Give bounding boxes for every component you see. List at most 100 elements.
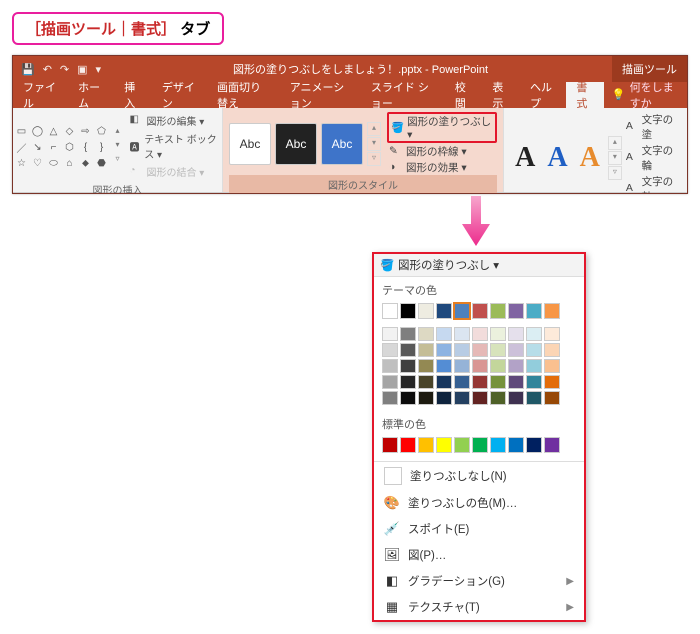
color-swatch[interactable] [436, 375, 452, 389]
color-swatch[interactable] [544, 303, 560, 319]
shape-icon[interactable]: ⌂ [62, 155, 78, 171]
shape-icon[interactable]: ◇ [62, 123, 78, 139]
wordart-gallery-scroller[interactable]: ▴▾▿ [608, 136, 622, 180]
color-swatch[interactable] [454, 343, 470, 357]
undo-icon[interactable]: ↶ [43, 63, 52, 76]
color-swatch[interactable] [508, 437, 524, 453]
color-swatch[interactable] [526, 359, 542, 373]
shape-icon[interactable]: ⌐ [46, 139, 62, 155]
shape-icon[interactable]: ▭ [14, 123, 30, 139]
tab-animation[interactable]: アニメーション [280, 82, 361, 108]
color-swatch[interactable] [472, 437, 488, 453]
color-swatch[interactable] [544, 437, 560, 453]
color-swatch[interactable] [472, 391, 488, 405]
gradient-fill-item[interactable]: ◧ グラデーション(G) ▶ [374, 568, 584, 594]
tab-help[interactable]: ヘルプ [520, 82, 566, 108]
color-swatch[interactable] [526, 343, 542, 357]
text-effects-button[interactable]: A文字の効 [626, 174, 680, 194]
wordart-preset[interactable]: A [511, 142, 539, 174]
color-swatch[interactable] [418, 343, 434, 357]
text-outline-button[interactable]: A文字の輪 [626, 143, 680, 173]
style-preset[interactable]: Abc [275, 123, 317, 165]
shape-icon[interactable]: △ [46, 123, 62, 139]
color-swatch[interactable] [454, 375, 470, 389]
style-preset[interactable]: Abc [229, 123, 271, 165]
shape-icon[interactable]: ⬠ [94, 123, 110, 139]
shapes-gallery[interactable]: ▭◯△◇⇨⬠ ／↘⌐⬡{} ☆♡⬭⌂⬥⬣ [14, 123, 108, 169]
color-swatch[interactable] [472, 359, 488, 373]
tab-design[interactable]: デザイン [152, 82, 207, 108]
color-swatch[interactable] [472, 303, 488, 319]
style-gallery-scroller[interactable]: ▴▾▿ [367, 122, 381, 166]
color-swatch[interactable] [382, 391, 398, 405]
more-fill-colors-item[interactable]: 🎨 塗りつぶしの色(M)… [374, 490, 584, 516]
shapes-gallery-scroller[interactable]: ▴▾▿ [112, 126, 124, 166]
shape-icon[interactable]: ↘ [30, 139, 46, 155]
color-swatch[interactable] [508, 343, 524, 357]
picture-fill-item[interactable]: 🖼 図(P)… [374, 542, 584, 568]
tab-format[interactable]: 書式 [566, 82, 604, 108]
color-swatch[interactable] [454, 437, 470, 453]
color-swatch[interactable] [472, 327, 488, 341]
color-swatch[interactable] [526, 327, 542, 341]
color-swatch[interactable] [436, 303, 452, 319]
color-swatch[interactable] [418, 303, 434, 319]
color-swatch[interactable] [436, 327, 452, 341]
color-swatch[interactable] [436, 391, 452, 405]
wordart-preset[interactable]: A [543, 142, 571, 174]
color-swatch[interactable] [400, 359, 416, 373]
tab-file[interactable]: ファイル [13, 82, 68, 108]
color-swatch[interactable] [490, 375, 506, 389]
color-swatch[interactable] [544, 375, 560, 389]
tab-transition[interactable]: 画面切り替え [207, 82, 280, 108]
color-swatch[interactable] [418, 327, 434, 341]
color-swatch[interactable] [436, 343, 452, 357]
shape-icon[interactable]: ⬭ [46, 155, 62, 171]
color-swatch[interactable] [526, 437, 542, 453]
color-swatch[interactable] [400, 391, 416, 405]
color-swatch[interactable] [526, 375, 542, 389]
wordart-preset[interactable]: A [576, 142, 604, 174]
shape-fill-button[interactable]: 🪣図形の塗りつぶし ▾ [387, 112, 497, 143]
color-swatch[interactable] [382, 375, 398, 389]
color-swatch[interactable] [382, 303, 398, 319]
color-swatch[interactable] [418, 359, 434, 373]
color-swatch[interactable] [490, 359, 506, 373]
color-swatch[interactable] [490, 343, 506, 357]
color-swatch[interactable] [508, 327, 524, 341]
qat-dropdown-icon[interactable]: ▾ [96, 63, 102, 76]
dropdown-header[interactable]: 🪣 図形の塗りつぶし ▾ [374, 254, 584, 277]
tab-home[interactable]: ホーム [68, 82, 114, 108]
shape-icon[interactable]: { [78, 139, 94, 155]
color-swatch[interactable] [418, 375, 434, 389]
color-swatch[interactable] [382, 437, 398, 453]
tab-review[interactable]: 校閲 [445, 82, 483, 108]
color-swatch[interactable] [526, 303, 542, 319]
color-swatch[interactable] [508, 359, 524, 373]
shape-outline-button[interactable]: ✎図形の枠線 ▾ [387, 144, 497, 159]
texture-fill-item[interactable]: ▦ テクスチャ(T) ▶ [374, 594, 584, 620]
color-swatch[interactable] [490, 327, 506, 341]
text-fill-button[interactable]: A文字の塗 [626, 112, 680, 142]
color-swatch[interactable] [490, 391, 506, 405]
color-swatch[interactable] [508, 303, 524, 319]
textbox-button[interactable]: 🅰テキスト ボックス ▾ [128, 130, 222, 162]
shape-icon[interactable]: ⬥ [78, 155, 94, 171]
no-fill-item[interactable]: 塗りつぶしなし(N) [374, 462, 584, 490]
tab-view[interactable]: 表示 [482, 82, 520, 108]
color-swatch[interactable] [490, 437, 506, 453]
color-swatch[interactable] [472, 343, 488, 357]
tab-slideshow[interactable]: スライド ショー [361, 82, 445, 108]
color-swatch[interactable] [400, 375, 416, 389]
color-swatch[interactable] [454, 327, 470, 341]
shape-icon[interactable]: ♡ [30, 155, 46, 171]
shape-icon[interactable]: ◯ [30, 123, 46, 139]
color-swatch[interactable] [418, 391, 434, 405]
color-swatch[interactable] [544, 327, 560, 341]
startshow-icon[interactable]: ▣ [77, 63, 87, 76]
shape-icon[interactable]: ／ [14, 139, 30, 155]
color-swatch[interactable] [400, 343, 416, 357]
color-swatch[interactable] [382, 327, 398, 341]
edit-shape-button[interactable]: ◧図形の編集 ▾ [128, 112, 222, 129]
color-swatch[interactable] [544, 359, 560, 373]
